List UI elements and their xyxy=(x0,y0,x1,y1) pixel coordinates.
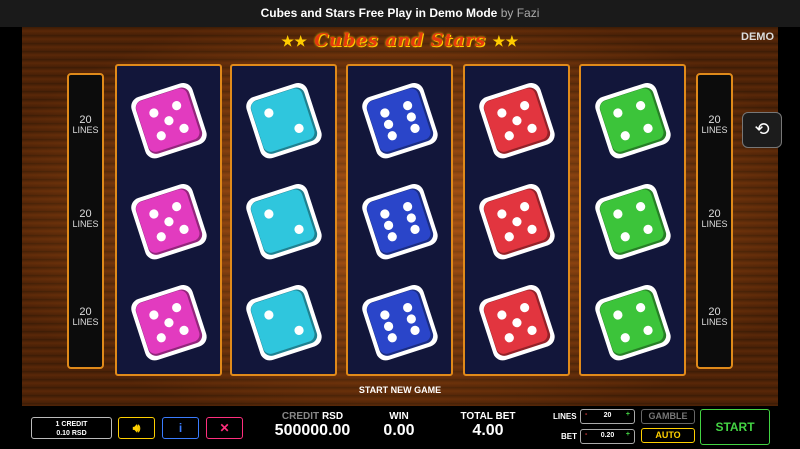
reel-3 xyxy=(346,64,453,376)
dice-symbol xyxy=(350,172,449,272)
lines-stepper[interactable]: - 20 + xyxy=(580,409,635,424)
game-logo: ★★ Cubes and Stars ★★ xyxy=(280,30,520,54)
start-button[interactable]: START xyxy=(700,409,770,445)
sound-button[interactable]: 🔊︎ xyxy=(118,417,155,439)
page-byline: by Fazi xyxy=(500,6,540,20)
bet-stepper[interactable]: - 0.20 + xyxy=(580,429,635,444)
info-icon: i xyxy=(178,421,183,435)
auto-button[interactable]: AUTO xyxy=(641,428,695,443)
coin-credit-label: 1 CREDIT xyxy=(55,421,88,428)
reel-1 xyxy=(115,64,222,376)
dice-symbol xyxy=(119,273,218,373)
win-label: WIN xyxy=(389,411,409,422)
star-icon: ★★ xyxy=(492,34,519,50)
dice-symbol xyxy=(467,172,566,272)
credit-display: CREDIT RSD 500000.00 xyxy=(270,411,355,440)
fullscreen-button[interactable]: ✕ xyxy=(206,417,243,439)
line-indicator: 20 LINES xyxy=(701,306,728,328)
line-indicator: 20 LINES xyxy=(72,208,99,230)
star-icon: ★★ xyxy=(281,34,308,50)
logo-text: Cubes and Stars xyxy=(314,30,486,51)
credit-currency: RSD xyxy=(321,411,344,422)
line-indicator: 20 LINES xyxy=(701,114,728,136)
game-screen: Cubes and Stars Free Play in Demo Mode b… xyxy=(0,0,800,449)
bet-label: BET xyxy=(561,432,577,441)
start-new-game-label: START NEW GAME xyxy=(358,385,442,395)
bet-plus-button[interactable]: + xyxy=(626,431,630,438)
gamble-button[interactable]: GAMBLE xyxy=(641,409,695,424)
dice-symbol xyxy=(467,273,566,373)
dice-symbol xyxy=(583,172,682,272)
line-indicator: 20 LINES xyxy=(701,208,728,230)
lines-plus-button[interactable]: + xyxy=(626,411,630,418)
total-bet-value: 4.00 xyxy=(472,422,504,439)
dice-symbol xyxy=(467,71,566,171)
dice-symbol xyxy=(119,172,218,272)
line-indicator: 20 LINES xyxy=(72,114,99,136)
title-bar: Cubes and Stars Free Play in Demo Mode b… xyxy=(0,0,800,27)
reel-5 xyxy=(579,64,686,376)
win-display: WIN 0.00 xyxy=(373,411,425,440)
reel-2 xyxy=(230,64,337,376)
dice-symbol xyxy=(234,273,333,373)
credit-label: CREDIT xyxy=(281,411,320,422)
total-bet-label: TOTAL BET xyxy=(460,411,516,422)
lines-panel-left: 20 LINES 20 LINES 20 LINES xyxy=(67,73,104,369)
lines-label: LINES xyxy=(553,412,577,421)
page-title: Cubes and Stars Free Play in Demo Mode xyxy=(260,6,498,20)
dice-symbol xyxy=(350,71,449,171)
win-value: 0.00 xyxy=(383,422,415,439)
lines-panel-right: 20 LINES 20 LINES 20 LINES xyxy=(696,73,733,369)
history-icon: ⟲ xyxy=(754,119,770,139)
info-button[interactable]: i xyxy=(162,417,199,439)
dice-symbol xyxy=(583,273,682,373)
dice-symbol xyxy=(234,71,333,171)
reel-4 xyxy=(463,64,570,376)
dice-symbol xyxy=(583,71,682,171)
history-button[interactable]: ⟲ xyxy=(742,112,782,148)
dice-symbol xyxy=(234,172,333,272)
credit-value: 500000.00 xyxy=(274,422,351,439)
demo-badge: DEMO xyxy=(741,31,774,43)
coin-value-label: 0.10 RSD xyxy=(56,430,87,437)
line-indicator: 20 LINES xyxy=(72,306,99,328)
dice-symbol xyxy=(119,71,218,171)
sound-icon: 🔊︎ xyxy=(132,421,141,435)
coin-value-button[interactable]: 1 CREDIT 0.10 RSD xyxy=(31,417,112,439)
dice-symbol xyxy=(350,273,449,373)
total-bet-display: TOTAL BET 4.00 xyxy=(455,411,521,440)
fullscreen-icon: ✕ xyxy=(219,421,230,435)
